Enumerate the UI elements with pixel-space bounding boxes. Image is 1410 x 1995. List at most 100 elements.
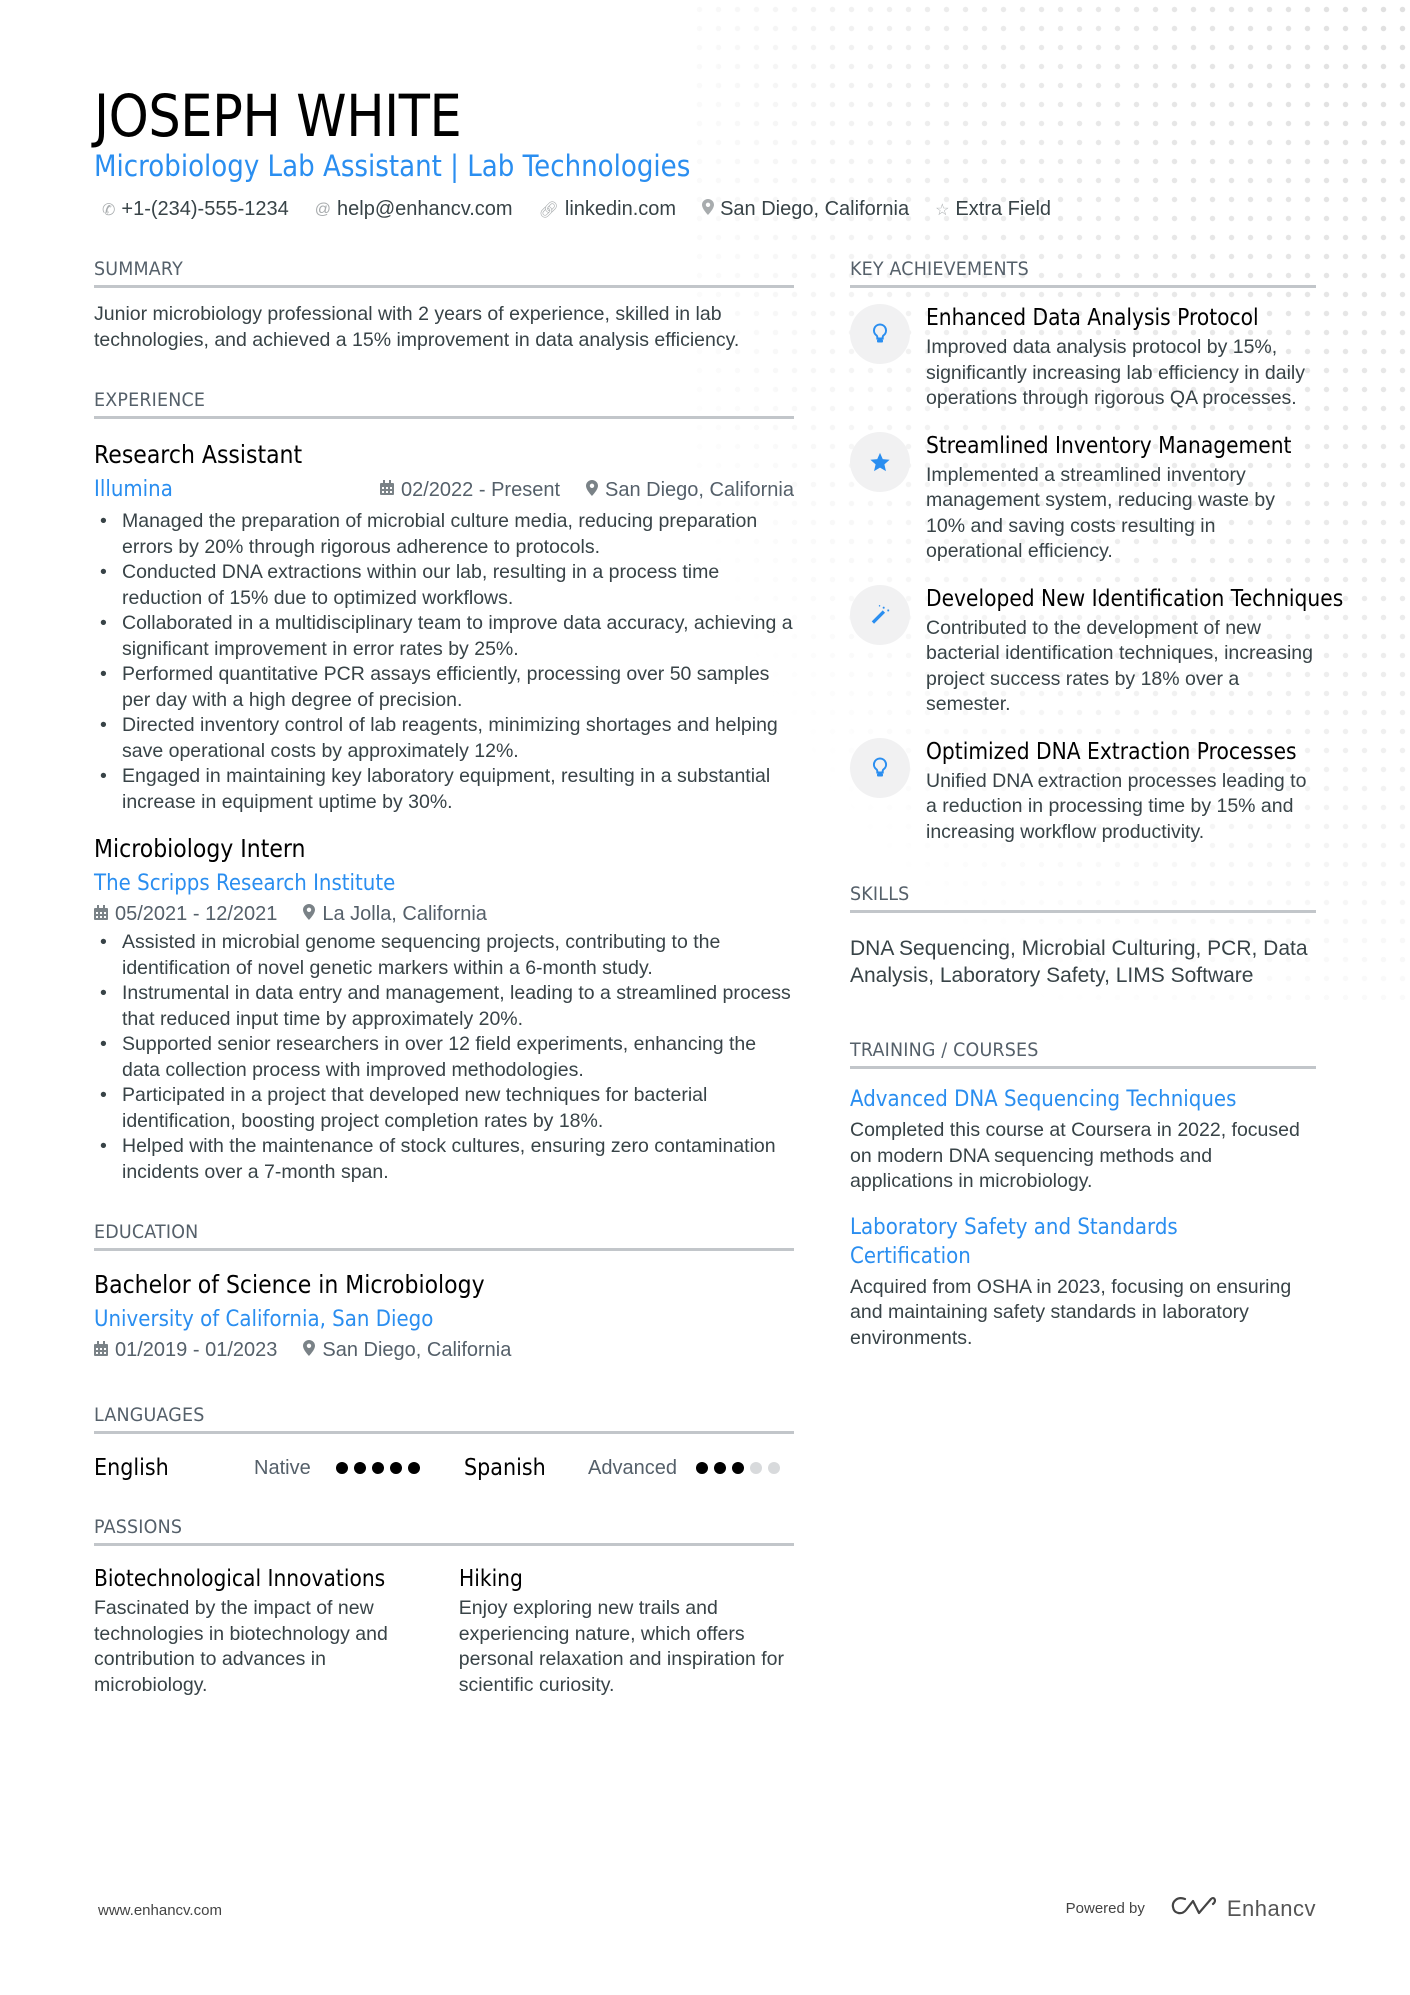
job-role: Research Assistant [94, 440, 303, 469]
language-level: Advanced [588, 1456, 677, 1479]
calendar-icon [380, 480, 394, 500]
bullet-item: Assisted in microbial genome sequencing … [94, 930, 794, 981]
calendar-icon [94, 904, 108, 925]
location-icon [702, 199, 715, 220]
contact-phone-text: +1-(234)-555-1234 [121, 198, 289, 220]
bullet-item: Instrumental in data entry and managemen… [94, 981, 794, 1032]
rating-dot-filled [354, 1462, 366, 1474]
candidate-title: Microbiology Lab Assistant | Lab Technol… [94, 149, 691, 183]
achievement-body: Streamlined Inventory Management Impleme… [926, 432, 1316, 565]
passion-title: Hiking [458, 1566, 523, 1592]
job-bullets: Assisted in microbial genome sequencing … [94, 930, 794, 1185]
company-name[interactable]: The Scripps Research Institute [94, 869, 395, 899]
rating-dot-filled [390, 1462, 402, 1474]
section-heading: EXPERIENCE [94, 387, 794, 419]
job-dates-text: 02/2022 - Present [401, 478, 560, 501]
enhancv-logo-icon [1171, 1895, 1227, 1922]
lightbulb-icon [850, 737, 910, 798]
education-location-text: San Diego, California [322, 1339, 512, 1361]
course-title[interactable]: Laboratory Safety and Standards Certific… [850, 1213, 1186, 1271]
education-meta: 01/2019 - 01/2023 San Diego, California [94, 1339, 794, 1362]
passions-section: PASSIONS Biotechnological Innovations Fa… [94, 1514, 794, 1698]
achievement-item: Streamlined Inventory Management Impleme… [850, 431, 1316, 565]
company-row: Illumina 02/2022 - Present San Diego, Ca… [94, 475, 794, 505]
location-icon [586, 479, 598, 501]
experience-section: EXPERIENCE Research Assistant Illumina 0… [94, 387, 794, 1185]
contact-extra-text: Extra Field [955, 198, 1052, 220]
language-english-name-wrap: English [94, 1455, 254, 1481]
brand-name[interactable]: Enhancv [1227, 1896, 1316, 1922]
rating-dot-filled [408, 1462, 420, 1474]
experience-item: Microbiology Intern The Scripps Research… [94, 833, 794, 1185]
rating-dot-filled [732, 1462, 744, 1474]
job-dates: 05/2021 - 12/2021 [94, 903, 277, 926]
section-heading: TRAINING / COURSES [850, 1037, 1316, 1069]
star-icon: ☆ [935, 201, 950, 219]
footer-website[interactable]: www.enhancv.com [98, 1902, 222, 1919]
contact-extra: ☆ Extra Field [935, 198, 1051, 221]
degree-title: Bachelor of Science in Microbiology [94, 1270, 485, 1299]
achievement-title: Optimized DNA Extraction Processes [926, 738, 1297, 765]
summary-text: Junior microbiology professional with 2 … [94, 303, 740, 351]
language-spanish-name-wrap: Spanish [464, 1455, 588, 1481]
rating-dot-empty [750, 1462, 762, 1474]
job-meta: 02/2022 - Present San Diego, California [380, 479, 794, 502]
job-role: Microbiology Intern [94, 834, 306, 863]
course-desc: Completed this course at Coursera in 202… [850, 1119, 1300, 1192]
job-location: La Jolla, California [303, 903, 487, 926]
achievement-desc: Implemented a streamlined inventory mana… [926, 463, 1276, 563]
bullet-item: Directed inventory control of lab reagen… [94, 713, 794, 764]
rating-dot-filled [372, 1462, 384, 1474]
job-location-text: La Jolla, California [322, 903, 487, 925]
contact-phone[interactable]: ✆ +1-(234)-555-1234 [102, 198, 289, 221]
location-icon [303, 904, 316, 925]
contact-location-text: San Diego, California [720, 198, 910, 220]
job-meta: 05/2021 - 12/2021 La Jolla, California [94, 903, 794, 926]
at-icon: @ [314, 200, 331, 218]
powered-by-label: Powered by [1065, 1900, 1145, 1917]
bullet-item: Managed the preparation of microbial cul… [94, 509, 794, 560]
course-item: Advanced DNA Sequencing Techniques Compl… [850, 1085, 1316, 1195]
contact-email[interactable]: @ help@enhancv.com [315, 198, 513, 221]
language-name: English [94, 1455, 169, 1481]
language-rating [336, 1462, 464, 1474]
passion-title: Biotechnological Innovations [94, 1566, 386, 1592]
passion-desc: Fascinated by the impact of new technolo… [94, 1597, 388, 1696]
job-bullets: Managed the preparation of microbial cul… [94, 509, 794, 815]
section-heading: LANGUAGES [94, 1402, 794, 1434]
bullet-item: Engaged in maintaining key laboratory eq… [94, 764, 794, 815]
section-heading: SUMMARY [94, 256, 794, 288]
bullet-item: Helped with the maintenance of stock cul… [94, 1134, 794, 1185]
education-item: Bachelor of Science in Microbiology Univ… [94, 1269, 794, 1362]
passion-desc: Enjoy exploring new trails and experienc… [458, 1597, 784, 1696]
language-name: Spanish [464, 1455, 546, 1481]
location-icon [303, 1340, 316, 1361]
bullet-item: Conducted DNA extractions within our lab… [94, 560, 794, 611]
achievement-item: Optimized DNA Extraction Processes Unifi… [850, 737, 1316, 846]
achievement-desc: Improved data analysis protocol by 15%, … [926, 336, 1306, 409]
achievement-item: Developed New Identification Techniques … [850, 584, 1343, 718]
contact-location: San Diego, California [702, 198, 909, 221]
achievement-item: Enhanced Data Analysis Protocol Improved… [850, 304, 1316, 412]
contact-linkedin[interactable]: 🔗︎ linkedin.com [539, 198, 676, 221]
company-name[interactable]: Illumina [94, 475, 173, 505]
languages-section: LANGUAGES English Native Spanish Advance… [94, 1402, 794, 1484]
school-name[interactable]: University of California, San Diego [94, 1305, 724, 1335]
course-title[interactable]: Advanced DNA Sequencing Techniques [850, 1085, 1317, 1114]
language-rating [696, 1462, 786, 1474]
phone-icon: ✆ [102, 201, 116, 219]
skills-text: DNA Sequencing, Microbial Culturing, PCR… [850, 937, 1308, 987]
rating-dot-filled [714, 1462, 726, 1474]
summary-section: SUMMARY Junior microbiology professional… [94, 256, 794, 353]
education-section: EDUCATION Bachelor of Science in Microbi… [94, 1219, 794, 1362]
section-heading: EDUCATION [94, 1219, 794, 1251]
rating-dot-filled [696, 1462, 708, 1474]
experience-item: Research Assistant Illumina 02/2022 - Pr… [94, 439, 794, 815]
job-location: San Diego, California [586, 479, 794, 502]
passion-item: Hiking Enjoy exploring new trails and ex… [459, 1564, 794, 1698]
achievement-body: Enhanced Data Analysis Protocol Improved… [926, 304, 1316, 412]
star-icon [850, 431, 910, 492]
rating-dot-empty [768, 1462, 780, 1474]
passion-item: Biotechnological Innovations Fascinated … [94, 1564, 459, 1698]
skills-section: SKILLS DNA Sequencing, Microbial Culturi… [850, 881, 1316, 989]
